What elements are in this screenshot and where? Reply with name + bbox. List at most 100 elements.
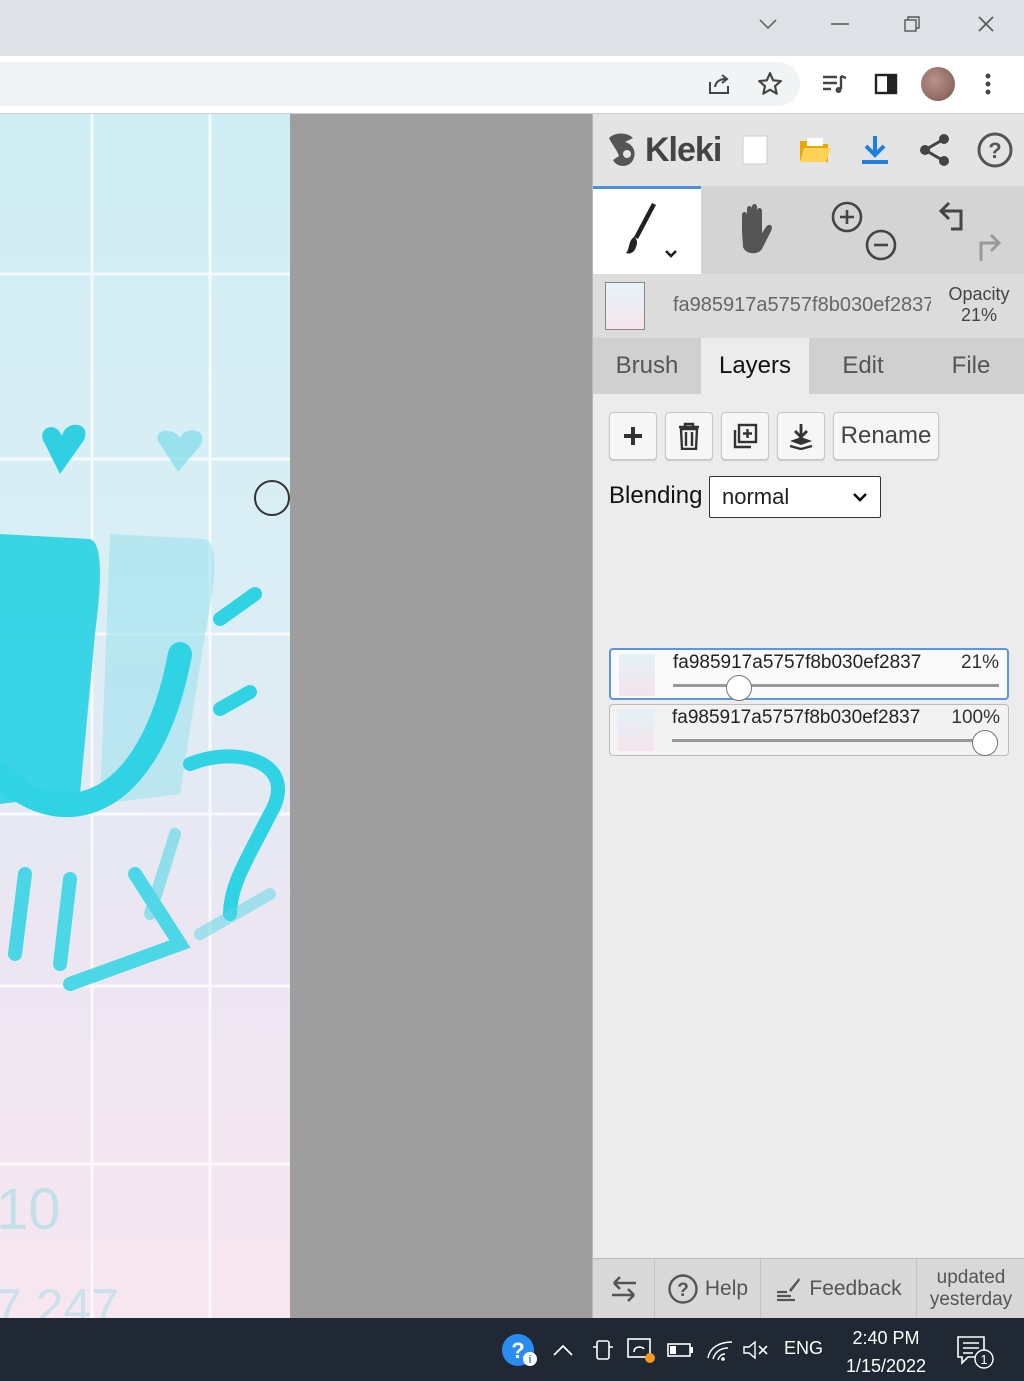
share-icon[interactable]: [911, 126, 959, 174]
delete-layer-button[interactable]: [665, 412, 713, 460]
share-page-icon[interactable]: [702, 66, 738, 102]
profile-avatar[interactable]: [920, 66, 956, 102]
help-icon[interactable]: ?: [971, 126, 1019, 174]
layer-opacity-slider-knob[interactable]: [972, 730, 998, 756]
layer-opacity-slider-knob[interactable]: [725, 675, 752, 701]
notifications-button[interactable]: 1: [952, 1332, 996, 1372]
rename-layer-button[interactable]: Rename: [833, 412, 939, 460]
help-label: Help: [704, 1277, 749, 1300]
kleki-sidebar: Kleki ? fa985917a5757f8b030ef2837 Opacit…: [592, 114, 1024, 1319]
bookmark-star-icon[interactable]: [752, 66, 788, 102]
hand-icon: [742, 204, 772, 254]
brush-icon: [626, 202, 677, 258]
layer-thumbnail: [618, 709, 654, 751]
tab-edit[interactable]: Edit: [809, 338, 917, 394]
layer-opacity-text: 100%: [951, 707, 1000, 728]
update-status[interactable]: updated yesterday: [917, 1259, 1024, 1319]
zoom-out-icon[interactable]: [865, 229, 897, 261]
layer-opacity-track[interactable]: [672, 739, 998, 742]
close-icon[interactable]: [966, 8, 1006, 40]
duplicate-icon: [733, 423, 758, 449]
layer-item[interactable]: fa985917a5757f8b030ef2837 100%: [609, 704, 1009, 756]
browser-menu-icon[interactable]: [970, 66, 1006, 102]
restore-icon[interactable]: [892, 8, 932, 40]
tab-brush[interactable]: Brush: [593, 338, 701, 394]
opacity-value: 21%: [960, 305, 998, 325]
svg-text:i: i: [528, 1354, 531, 1366]
sidebar-bottom-bar: ? Help Feedback updated yesterday: [593, 1258, 1024, 1319]
undo-icon[interactable]: [938, 201, 963, 231]
minimize-icon[interactable]: [820, 8, 860, 40]
clock-time: 2:40 PM: [852, 1328, 920, 1348]
drawing-canvas[interactable]: 10 7 247: [0, 114, 290, 1318]
media-control-icon[interactable]: [816, 66, 852, 102]
feedback-pen-icon: [777, 1278, 801, 1302]
tab-layers[interactable]: Layers: [701, 338, 809, 394]
zoom-in-icon[interactable]: [831, 201, 863, 233]
wifi-icon[interactable]: [704, 1334, 736, 1366]
tool-row: [593, 186, 1024, 274]
svg-text:?: ?: [511, 1338, 524, 1363]
swap-side-button[interactable]: [593, 1259, 655, 1319]
merge-down-icon: [789, 424, 813, 450]
tab-search-chevron-icon[interactable]: [748, 8, 788, 40]
canvas-number-text: 10: [0, 1177, 61, 1242]
opacity-label: Opacity: [948, 284, 1010, 304]
canvas-background-area[interactable]: [290, 114, 592, 1318]
help-tray-icon[interactable]: ? i: [500, 1334, 540, 1366]
help-button[interactable]: ? Help: [655, 1259, 761, 1319]
blending-mode-select[interactable]: normal: [709, 476, 881, 518]
display-tray-icon[interactable]: [624, 1334, 658, 1366]
side-panel-icon[interactable]: [868, 66, 904, 102]
address-bar[interactable]: [0, 62, 800, 106]
brush-tool-button[interactable]: [593, 186, 701, 274]
blending-mode-value: normal: [722, 484, 790, 509]
svg-text:?: ?: [988, 138, 1001, 163]
feedback-button[interactable]: Feedback: [761, 1259, 917, 1319]
layer-name: fa985917a5757f8b030ef2837: [672, 707, 921, 728]
volume-muted-icon[interactable]: [740, 1334, 772, 1366]
kleki-logo-icon: [609, 133, 635, 166]
windows-taskbar: ? i ENG 2:40 PM 1/15/2022 1: [0, 1318, 1024, 1381]
kleki-logo-text: Kleki: [645, 130, 722, 169]
download-icon[interactable]: [851, 126, 899, 174]
updated-line1: updated: [936, 1267, 1006, 1288]
canvas-artwork: 10 7 247: [0, 114, 290, 1318]
kleki-logo[interactable]: Kleki: [605, 130, 722, 170]
language-indicator[interactable]: ENG: [784, 1338, 823, 1359]
layer-thumbnail: [619, 654, 655, 696]
merge-down-button[interactable]: [777, 412, 825, 460]
brush-cursor: [254, 480, 290, 516]
clock-date: 1/15/2022: [845, 1356, 927, 1376]
current-layer-name: fa985917a5757f8b030ef2837: [673, 294, 931, 316]
blending-label: Blending: [609, 482, 703, 509]
layer-opacity-display[interactable]: Opacity 21%: [939, 284, 1019, 326]
plus-icon: [624, 427, 642, 445]
open-folder-icon[interactable]: [791, 126, 839, 174]
device-tray-icon[interactable]: [588, 1334, 618, 1366]
browser-toolbar: [0, 56, 1024, 114]
tab-file[interactable]: File: [917, 338, 1024, 394]
feedback-label: Feedback: [809, 1277, 902, 1300]
chevron-down-icon: [853, 493, 867, 502]
notification-count: 1: [980, 1352, 987, 1367]
layer-item[interactable]: fa985917a5757f8b030ef2837 21%: [609, 648, 1009, 701]
layers-panel: Rename Blending normal fa985917a5757f8b0…: [593, 394, 1024, 1258]
svg-text:?: ?: [677, 1280, 689, 1301]
layer-opacity-track[interactable]: [673, 684, 999, 687]
duplicate-layer-button[interactable]: [721, 412, 769, 460]
current-layer-thumbnail[interactable]: [605, 282, 645, 330]
panel-tabs: Brush Layers Edit File: [593, 338, 1024, 394]
add-layer-button[interactable]: [609, 412, 657, 460]
redo-icon[interactable]: [979, 233, 1002, 261]
history-tools: [917, 186, 1024, 274]
canvas-bottom-text: 7 247: [0, 1279, 119, 1318]
hand-tool-button[interactable]: [701, 186, 809, 274]
swap-arrows-icon: [611, 1276, 636, 1302]
new-image-icon[interactable]: [731, 126, 779, 174]
taskbar-clock[interactable]: 2:40 PM 1/15/2022: [836, 1324, 936, 1380]
layer-name: fa985917a5757f8b030ef2837: [673, 652, 922, 673]
updated-line2: yesterday: [929, 1289, 1013, 1310]
battery-icon[interactable]: [664, 1334, 696, 1366]
show-hidden-icons-chevron-icon[interactable]: [548, 1334, 578, 1366]
